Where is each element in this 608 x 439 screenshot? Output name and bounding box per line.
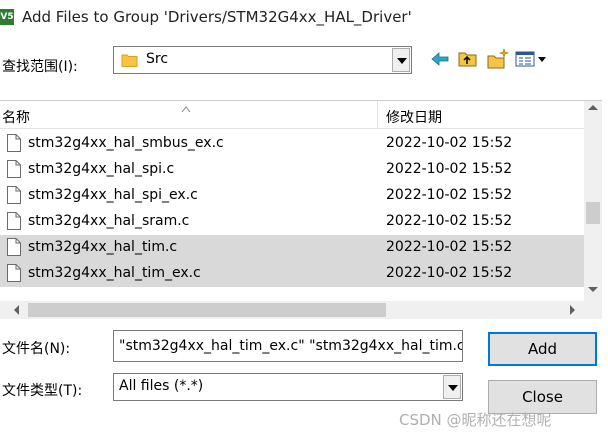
file-name: stm32g4xx_hal_tim.c xyxy=(28,239,178,255)
file-list[interactable]: 名称 修改日期 stm32g4xx_hal_smbus_ex.c 2022-10-… xyxy=(0,100,602,320)
scroll-left-arrow-icon[interactable] xyxy=(14,305,19,315)
file-row[interactable]: stm32g4xx_hal_tim.c 2022-10-02 15:52 xyxy=(0,235,584,261)
filetype-label: 文件类型(T): xyxy=(2,383,83,399)
add-button[interactable]: Add xyxy=(488,332,597,366)
file-icon xyxy=(7,264,21,282)
keil-app-icon: V5 xyxy=(0,9,14,25)
sort-ascending-icon xyxy=(181,101,191,113)
filetype-dropdown[interactable]: All files (*.*) xyxy=(113,373,463,401)
horizontal-scroll-thumb[interactable] xyxy=(28,303,386,317)
window-title: Add Files to Group 'Drivers/STM32G4xx_HA… xyxy=(22,8,412,26)
file-date: 2022-10-02 15:52 xyxy=(386,213,513,229)
column-header-row: 名称 修改日期 xyxy=(0,101,584,129)
up-folder-button[interactable] xyxy=(456,48,480,70)
scrollbar-corner xyxy=(584,301,602,319)
view-menu-button[interactable] xyxy=(514,48,550,70)
scroll-right-arrow-icon[interactable] xyxy=(570,305,575,315)
column-header-name[interactable]: 名称 xyxy=(2,107,30,127)
new-folder-icon xyxy=(486,48,510,70)
view-menu-icon xyxy=(514,48,550,70)
back-button[interactable] xyxy=(430,48,454,70)
column-header-date[interactable]: 修改日期 xyxy=(386,107,442,127)
file-name: stm32g4xx_hal_sram.c xyxy=(28,213,190,229)
scroll-up-arrow-icon[interactable] xyxy=(588,105,598,110)
file-name: stm32g4xx_hal_smbus_ex.c xyxy=(28,135,224,151)
lookin-dropdown[interactable]: Src xyxy=(113,46,412,74)
filetype-value: All files (*.*) xyxy=(119,378,204,394)
lookin-value: Src xyxy=(146,51,169,67)
file-date: 2022-10-02 15:52 xyxy=(386,239,513,255)
file-date: 2022-10-02 15:52 xyxy=(386,187,513,203)
horizontal-scrollbar[interactable] xyxy=(0,301,584,319)
file-name: stm32g4xx_hal_spi_ex.c xyxy=(28,187,198,203)
filename-input[interactable]: "stm32g4xx_hal_tim_ex.c" "stm32g4xx_hal_… xyxy=(113,330,463,362)
watermark: CSDN @昵称还在想呢 xyxy=(399,411,552,429)
file-icon xyxy=(7,186,21,204)
title-bar[interactable]: V5 Add Files to Group 'Drivers/STM32G4xx… xyxy=(0,0,608,36)
file-name: stm32g4xx_hal_spi.c xyxy=(28,161,175,177)
file-row[interactable]: stm32g4xx_hal_spi.c 2022-10-02 15:52 xyxy=(0,157,584,183)
chevron-down-icon[interactable] xyxy=(392,48,410,72)
file-rows: stm32g4xx_hal_smbus_ex.c 2022-10-02 15:52… xyxy=(0,131,584,287)
vertical-scroll-thumb[interactable] xyxy=(586,202,600,224)
lookin-label: 查找范围(I): xyxy=(2,59,78,75)
file-icon xyxy=(7,238,21,256)
filename-value: "stm32g4xx_hal_tim_ex.c" "stm32g4xx_hal_… xyxy=(119,338,463,354)
file-date: 2022-10-02 15:52 xyxy=(386,161,513,177)
up-folder-icon xyxy=(456,48,480,70)
new-folder-button[interactable] xyxy=(486,48,510,70)
file-row[interactable]: stm32g4xx_hal_sram.c 2022-10-02 15:52 xyxy=(0,209,584,235)
filename-label: 文件名(N): xyxy=(2,341,71,357)
file-icon xyxy=(7,134,21,152)
back-arrow-icon xyxy=(430,48,454,70)
file-row[interactable]: stm32g4xx_hal_tim_ex.c 2022-10-02 15:52 xyxy=(0,261,584,287)
vertical-scrollbar[interactable] xyxy=(584,101,602,301)
folder-icon xyxy=(121,52,138,68)
file-row[interactable]: stm32g4xx_hal_spi_ex.c 2022-10-02 15:52 xyxy=(0,183,584,209)
file-name: stm32g4xx_hal_tim_ex.c xyxy=(28,265,201,281)
scroll-down-arrow-icon[interactable] xyxy=(588,287,598,292)
file-icon xyxy=(7,160,21,178)
file-date: 2022-10-02 15:52 xyxy=(386,135,513,151)
file-date: 2022-10-02 15:52 xyxy=(386,265,513,281)
file-icon xyxy=(7,212,21,230)
file-row[interactable]: stm32g4xx_hal_smbus_ex.c 2022-10-02 15:52 xyxy=(0,131,584,157)
chevron-down-icon[interactable] xyxy=(443,375,461,399)
column-divider[interactable] xyxy=(377,101,378,129)
